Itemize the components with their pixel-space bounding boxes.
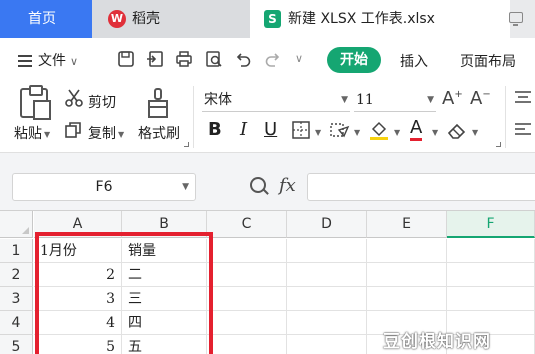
tab-start[interactable]: 开始 bbox=[327, 47, 381, 73]
decrease-font-icon[interactable]: A− bbox=[470, 88, 491, 109]
tab-home[interactable]: 首页 bbox=[0, 0, 92, 38]
cell[interactable] bbox=[367, 263, 447, 287]
fx-icon[interactable]: fx bbox=[279, 175, 296, 196]
underline-button[interactable]: U bbox=[264, 120, 277, 140]
file-menu-label: 文件 bbox=[38, 53, 66, 69]
undo-icon[interactable] bbox=[234, 50, 252, 68]
copy-icon bbox=[64, 121, 82, 143]
tab-page-layout[interactable]: 页面布局 bbox=[460, 51, 516, 71]
italic-button[interactable]: I bbox=[240, 120, 247, 140]
row-header[interactable]: 3 bbox=[0, 287, 33, 311]
copy-label: 复制 bbox=[88, 126, 116, 142]
fill-color-icon[interactable] bbox=[368, 119, 390, 145]
increase-font-icon[interactable]: A+ bbox=[442, 88, 463, 109]
caret-down-icon[interactable]: ▼ bbox=[472, 128, 478, 137]
spreadsheet-logo-icon: S bbox=[264, 10, 281, 28]
cell[interactable] bbox=[207, 263, 287, 287]
caret-down-icon[interactable]: ▼ bbox=[394, 128, 400, 137]
docer-logo-icon: W bbox=[108, 10, 126, 28]
cell[interactable] bbox=[367, 239, 447, 263]
column-header-e[interactable]: E bbox=[367, 211, 447, 238]
print-icon[interactable] bbox=[175, 50, 193, 68]
cell[interactable] bbox=[447, 263, 535, 287]
column-header-d[interactable]: D bbox=[287, 211, 367, 238]
align-left-icon[interactable] bbox=[514, 122, 532, 142]
font-color-button[interactable]: A bbox=[410, 118, 423, 141]
paste-icon[interactable] bbox=[20, 85, 51, 120]
font-size-value: 11 bbox=[356, 92, 374, 108]
highlight-box bbox=[35, 232, 213, 354]
expand-corner-icon[interactable] bbox=[184, 142, 189, 147]
cell[interactable] bbox=[207, 335, 287, 354]
caret-down-icon: ▼ bbox=[182, 182, 189, 192]
zoom-icon[interactable] bbox=[250, 177, 266, 193]
cell[interactable] bbox=[367, 287, 447, 311]
format-painter-icon[interactable] bbox=[146, 88, 170, 118]
font-name-select[interactable]: 宋体 ▼ bbox=[202, 88, 350, 112]
tab-workbook[interactable]: S 新建 XLSX 工作表.xlsx bbox=[250, 0, 510, 38]
cell[interactable] bbox=[287, 263, 367, 287]
expand-corner-icon[interactable] bbox=[496, 142, 501, 147]
paste-label: 粘贴 bbox=[14, 126, 42, 142]
paste-button[interactable]: 粘贴 ▼ bbox=[14, 123, 50, 143]
caret-down-icon: ▼ bbox=[118, 129, 125, 139]
watermark: 豆创根知识网 bbox=[383, 332, 491, 352]
caret-down-icon[interactable]: ▼ bbox=[432, 128, 438, 137]
cell[interactable] bbox=[207, 239, 287, 263]
file-menu[interactable]: 文件 ∨ bbox=[18, 50, 78, 70]
row-header[interactable]: 2 bbox=[0, 263, 33, 287]
format-painter-button[interactable]: 格式刷 bbox=[138, 123, 180, 143]
font-name-value: 宋体 bbox=[204, 92, 232, 108]
copy-button[interactable]: 复制 ▼ bbox=[88, 123, 124, 143]
ribbon: 粘贴 ▼ 剪切 复制 ▼ 格式刷 宋体 ▼ 11 ▼ A+ A− B I U ▼ ▼ ▼… bbox=[0, 80, 535, 152]
bold-button[interactable]: B bbox=[208, 120, 222, 140]
tab-docer-label: 稻壳 bbox=[132, 11, 160, 27]
ribbon-divider bbox=[505, 86, 506, 148]
menu-row: 文件 ∨ ∨ 开始 插入 页面布局 bbox=[0, 38, 535, 80]
cell[interactable] bbox=[287, 239, 367, 263]
cut-button[interactable]: 剪切 bbox=[88, 92, 116, 112]
column-header-c[interactable]: C bbox=[207, 211, 287, 238]
tab-docer[interactable]: W 稻壳 bbox=[92, 0, 250, 38]
monitor-icon[interactable] bbox=[509, 12, 523, 26]
eraser-icon[interactable] bbox=[446, 120, 468, 144]
cell[interactable] bbox=[207, 287, 287, 311]
formula-input[interactable] bbox=[307, 173, 535, 201]
caret-down-icon[interactable]: ▼ bbox=[315, 128, 321, 137]
cell[interactable] bbox=[207, 311, 287, 335]
cell[interactable] bbox=[287, 287, 367, 311]
name-box[interactable]: F6 ▼ bbox=[12, 173, 196, 201]
hamburger-icon bbox=[18, 52, 32, 70]
ribbon-divider bbox=[193, 86, 194, 148]
tab-insert[interactable]: 插入 bbox=[400, 51, 428, 71]
redo-icon[interactable] bbox=[264, 50, 282, 68]
row-header[interactable]: 5 bbox=[0, 335, 33, 354]
cell[interactable] bbox=[287, 311, 367, 335]
scissors-icon bbox=[64, 88, 84, 112]
formula-bar: F6 ▼ fx bbox=[0, 152, 535, 210]
select-all-corner[interactable] bbox=[0, 211, 33, 238]
name-box-value: F6 bbox=[95, 179, 113, 195]
save-icon[interactable] bbox=[117, 50, 135, 68]
print-preview-icon[interactable] bbox=[205, 50, 223, 68]
chevron-down-icon: ∨ bbox=[70, 55, 79, 68]
caret-down-icon: ▼ bbox=[427, 95, 434, 105]
caret-down-icon: ▼ bbox=[341, 95, 348, 105]
border-icon[interactable] bbox=[292, 121, 310, 143]
column-header-f[interactable]: F bbox=[447, 211, 535, 238]
cell[interactable] bbox=[447, 287, 535, 311]
more-chevron-icon[interactable]: ∨ bbox=[290, 50, 308, 68]
caret-down-icon: ▼ bbox=[44, 129, 51, 139]
tab-bar: 首页 W 稻壳 S 新建 XLSX 工作表.xlsx bbox=[0, 0, 535, 38]
export-icon[interactable] bbox=[146, 50, 164, 68]
tab-workbook-label: 新建 XLSX 工作表.xlsx bbox=[288, 11, 435, 27]
row-header[interactable]: 4 bbox=[0, 311, 33, 335]
cell[interactable] bbox=[287, 335, 367, 354]
font-size-select[interactable]: 11 ▼ bbox=[354, 88, 436, 112]
caret-down-icon[interactable]: ▼ bbox=[354, 128, 360, 137]
cell[interactable] bbox=[447, 239, 535, 263]
fill-effect-icon[interactable] bbox=[330, 121, 350, 143]
row-header[interactable]: 1 bbox=[0, 239, 33, 263]
align-top-icon[interactable] bbox=[514, 90, 532, 110]
